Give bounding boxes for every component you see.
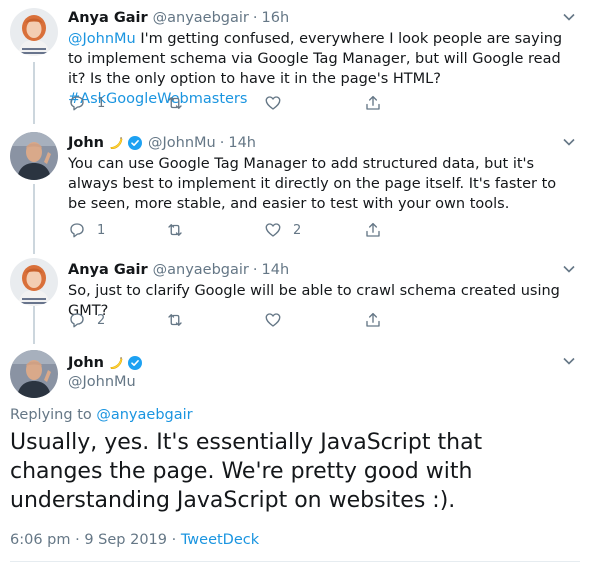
tweet-text: You can use Google Tag Manager to add st… [68, 156, 557, 212]
separator-dot: · [219, 135, 225, 151]
reply-icon [70, 223, 84, 238]
reply-count: 1 [97, 95, 106, 111]
heart-icon [265, 223, 281, 237]
thread-tweet[interactable]: John @JohnMu · 14h You can use Google Ta… [0, 124, 590, 252]
reply-count: 1 [97, 222, 106, 238]
chevron-down-icon[interactable] [560, 133, 578, 151]
reply-icon [70, 313, 84, 328]
display-name[interactable]: John [68, 355, 104, 371]
separator-dot: · [252, 10, 258, 26]
retweet-icon [168, 314, 182, 326]
chevron-down-icon[interactable] [560, 8, 578, 26]
share-icon [366, 95, 380, 110]
chevron-down-icon[interactable] [560, 352, 578, 370]
reply-button[interactable]: 1 [68, 93, 105, 113]
retweet-button[interactable] [165, 93, 196, 113]
separator-dot: · [252, 262, 258, 278]
user-handle[interactable]: @anyaebgair [153, 10, 249, 26]
tweet-actions: 1 2 [68, 220, 468, 240]
display-name[interactable]: Anya Gair [68, 262, 148, 278]
heart-icon [265, 313, 281, 327]
replying-to: Replying to @anyaebgair [10, 407, 193, 423]
tweet-time[interactable]: 16h [262, 10, 290, 26]
avatar[interactable] [10, 258, 58, 306]
share-button[interactable] [364, 310, 382, 330]
user-handle[interactable]: @JohnMu [148, 135, 216, 151]
banana-icon [109, 136, 123, 150]
reply-button[interactable]: 2 [68, 310, 105, 330]
tweet-timestamp[interactable]: 6:06 pm · 9 Sep 2019 [10, 532, 167, 548]
share-button[interactable] [364, 93, 382, 113]
tweet-actions: 1 [68, 93, 468, 113]
replying-to-link[interactable]: @anyaebgair [96, 407, 192, 423]
mention-link[interactable]: @JohnMu [68, 31, 136, 47]
tweet-text-content: I'm getting confused, everywhere I look … [68, 31, 563, 87]
avatar[interactable] [10, 132, 58, 180]
tweet-actions: 2 [68, 310, 468, 330]
like-count: 2 [293, 222, 302, 238]
tweet-time[interactable]: 14h [262, 262, 290, 278]
retweet-icon [168, 97, 182, 109]
retweet-icon [168, 224, 182, 236]
like-button[interactable] [264, 93, 293, 113]
share-icon [366, 312, 380, 327]
retweet-button[interactable] [165, 310, 196, 330]
user-handle[interactable]: @JohnMu [68, 374, 143, 390]
like-button[interactable] [264, 310, 293, 330]
tweet-header: Anya Gair @anyaebgair · 16h [68, 8, 289, 28]
reply-button[interactable]: 1 [68, 220, 105, 240]
tweet-time[interactable]: 14h [228, 135, 256, 151]
tweet-header: Anya Gair @anyaebgair · 14h [68, 260, 289, 280]
chevron-down-icon[interactable] [560, 260, 578, 278]
main-tweet-text: Usually, yes. It's essentially JavaScrip… [10, 430, 483, 513]
tweet-header: John @JohnMu · 14h [68, 133, 256, 153]
like-button[interactable]: 2 [264, 220, 301, 240]
thread-tweet[interactable]: Anya Gair @anyaebgair · 14h So, just to … [0, 252, 590, 344]
reply-icon [70, 96, 84, 111]
verified-badge-icon [127, 135, 143, 151]
avatar[interactable] [10, 350, 58, 398]
share-button[interactable] [364, 220, 382, 240]
reply-count: 2 [97, 312, 106, 328]
user-handle[interactable]: @anyaebgair [153, 262, 249, 278]
retweet-button[interactable] [165, 220, 196, 240]
replying-to-prefix: Replying to [10, 407, 97, 423]
banana-icon [109, 356, 123, 370]
thread-tweet[interactable]: Anya Gair @anyaebgair · 16h @JohnMu I'm … [0, 0, 590, 124]
main-tweet-author: John @JohnMu [68, 353, 143, 390]
share-icon [366, 222, 380, 237]
display-name[interactable]: Anya Gair [68, 10, 148, 26]
verified-badge-icon [127, 355, 143, 371]
separator-dot: · [167, 532, 181, 548]
tweet-meta: 6:06 pm · 9 Sep 2019 · TweetDeck [10, 532, 259, 548]
avatar[interactable] [10, 8, 58, 56]
heart-icon [265, 96, 281, 110]
display-name[interactable]: John [68, 135, 104, 151]
tweet-source-link[interactable]: TweetDeck [181, 532, 259, 548]
